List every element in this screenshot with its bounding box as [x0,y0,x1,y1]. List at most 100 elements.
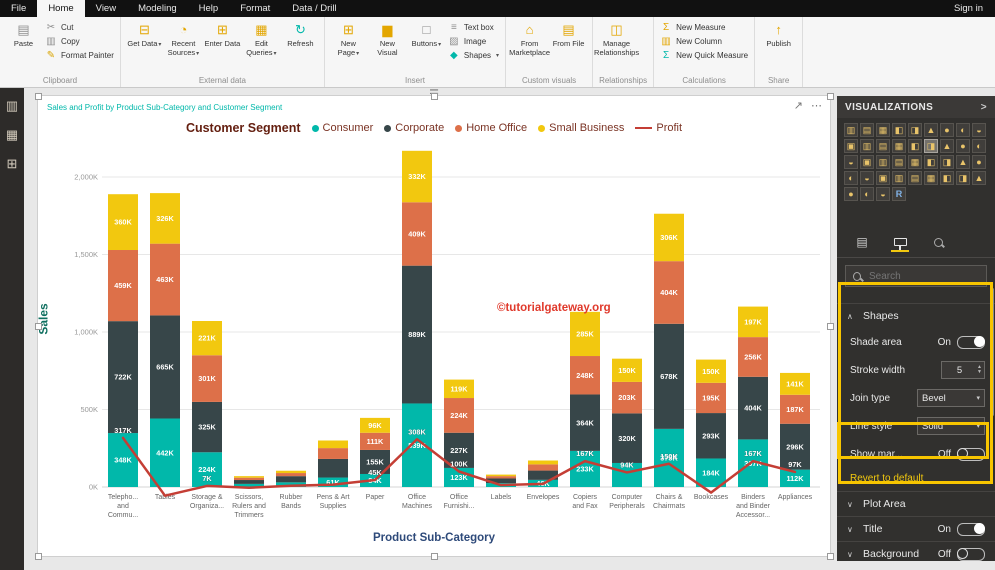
table-icon[interactable]: ● [972,155,986,169]
buttons-button[interactable]: □ Buttons▾ [407,18,446,71]
model-view-icon[interactable]: ⊞ [4,155,21,172]
focus-mode-icon[interactable]: ↗ [794,99,803,112]
toggle-switch[interactable] [957,447,985,461]
funnel-icon[interactable]: ▥ [876,155,890,169]
paste-button[interactable]: ▤ Paste [4,18,43,71]
stacked-bar-icon[interactable]: ▥ [844,123,858,137]
custom-visual-icon[interactable]: ▲ [972,171,986,185]
line-stacked-column-icon[interactable]: ◨ [924,139,938,153]
bar-segment-home-office[interactable] [528,464,558,471]
menu-tab-format[interactable]: Format [229,0,281,17]
r-script-icon[interactable]: R [892,187,906,201]
arcgis-map-icon[interactable]: ▥ [892,171,906,185]
new-visual-button[interactable]: ▆ New Visual [368,18,407,71]
key-influencers-icon[interactable]: ◒ [860,171,874,185]
resize-handle[interactable] [35,323,42,330]
shape-map-icon[interactable]: ▣ [860,155,874,169]
waterfall-icon[interactable]: ▤ [876,139,890,153]
100-stacked-column-icon[interactable]: ▲ [924,123,938,137]
line-chart-icon[interactable]: ● [940,123,954,137]
clustered-column-icon[interactable]: ◧ [892,123,906,137]
bar-segment-home-office[interactable] [234,477,264,481]
cut-button[interactable]: ✂ Cut [45,22,114,33]
bar-segment-corporate[interactable] [318,458,348,478]
kpi-icon[interactable]: ◨ [940,155,954,169]
bar-segment-small-business[interactable] [276,470,306,474]
bar-segment-small-business[interactable] [486,474,516,477]
custom-visual-icon[interactable]: ◐ [860,187,874,201]
new-measure-button[interactable]: Σ New Measure [660,22,748,33]
data-view-icon[interactable]: ▦ [4,126,21,143]
new-quick-measure-button[interactable]: Σ New Quick Measure [660,50,748,61]
resize-handle[interactable] [827,323,834,330]
resize-handle[interactable] [431,93,438,100]
publish-button[interactable]: ↑ Publish [759,18,798,71]
bar-segment-small-business[interactable] [318,440,348,449]
section-header-background[interactable]: ∨ Background Off [837,541,995,566]
100-stacked-bar-icon[interactable]: ◨ [908,123,922,137]
section-header-shapes[interactable]: ∧ Shapes [837,303,995,328]
menu-tab-home[interactable]: Home [37,0,85,17]
pie-icon[interactable]: ◧ [908,139,922,153]
matrix-icon[interactable]: ◐ [844,171,858,185]
bar-segment-home-office[interactable] [276,473,306,477]
slicer-icon[interactable]: ▲ [956,155,970,169]
section-header-title[interactable]: ∨ Title On [837,516,995,541]
bar-segment-small-business[interactable] [234,476,264,478]
resize-handle[interactable] [827,93,834,100]
donut-icon[interactable]: ▲ [940,139,954,153]
stroke-width-spinner[interactable]: 5 ▲ ▼ [941,361,985,379]
format-search[interactable] [845,265,987,287]
new-column-button[interactable]: ▥ New Column [660,36,748,47]
menu-tab-view[interactable]: View [85,0,127,17]
report-page[interactable]: ☰ ↗ ⋯ Sales and Profit by Product Sub-Ca… [35,86,834,560]
more-options-icon[interactable]: ⋯ [811,99,822,112]
scatter-icon[interactable]: ▦ [892,139,906,153]
stacked-column-line-chart[interactable]: 0K 500K 1,000K 1,500K 2,000K 348K 722K 459K 360K… [44,130,824,534]
copy-button[interactable]: ▥ Copy [45,36,114,47]
resize-handle[interactable] [827,553,834,560]
custom-visual-icon[interactable]: ● [844,187,858,201]
manage-relationships-button[interactable]: ◫ Manage Relationships [594,18,639,71]
python-visual-icon[interactable]: ▤ [908,171,922,185]
panel-scrollbar[interactable] [991,288,994,416]
revert-to-default-link[interactable]: Revert to default [837,468,995,491]
search-input[interactable] [867,269,979,283]
stacked-area-icon[interactable]: ◒ [972,123,986,137]
new-page-button[interactable]: ⊞ New Page▾ [329,18,368,71]
card-icon[interactable]: ▦ [908,155,922,169]
toggle-switch[interactable] [957,547,985,561]
format-tab[interactable] [891,234,909,252]
section-header-plot-area[interactable]: ∨ Plot Area [837,491,995,516]
resize-handle[interactable] [35,553,42,560]
paginated-report-icon[interactable]: ▦ [924,171,938,185]
area-chart-icon[interactable]: ◐ [956,123,970,137]
map-icon[interactable]: ◐ [972,139,986,153]
refresh-button[interactable]: ↻ Refresh [281,18,320,71]
image-button[interactable]: ▨ Image [448,36,499,47]
bar-segment-corporate[interactable] [234,480,264,484]
stacked-column-icon[interactable]: ▤ [860,123,874,137]
menu-tab-data-drill[interactable]: Data / Drill [281,0,347,17]
fields-tab[interactable]: ▤ [853,234,871,252]
recent-sources-button[interactable]: ◔ Recent Sources▾ [164,18,203,71]
treemap-icon[interactable]: ● [956,139,970,153]
menu-tab-file[interactable]: File [0,0,37,17]
format-painter-button[interactable]: ✎ Format Painter [45,50,114,61]
collapse-panel-icon[interactable]: > [981,102,987,113]
enter-data-button[interactable]: ⊞ Enter Data [203,18,242,71]
sign-in-button[interactable]: Sign in [942,0,995,17]
toggle-switch[interactable] [957,522,985,536]
power-apps-icon[interactable]: ◧ [940,171,954,185]
line-clustered-column-icon[interactable]: ▣ [844,139,858,153]
from-file-button[interactable]: ▤ From File [549,18,588,71]
bar-segment-home-office[interactable] [486,476,516,479]
spinner-arrows-icon[interactable]: ▲ ▼ [977,365,984,375]
get-data-button[interactable]: ⊟ Get Data▾ [125,18,164,71]
menu-tab-help[interactable]: Help [188,0,230,17]
gauge-icon[interactable]: ▤ [892,155,906,169]
menu-tab-modeling[interactable]: Modeling [127,0,188,17]
custom-visual-icon[interactable]: ◒ [876,187,890,201]
resize-handle[interactable] [431,553,438,560]
text-box-button[interactable]: ≡ Text box [448,22,499,33]
